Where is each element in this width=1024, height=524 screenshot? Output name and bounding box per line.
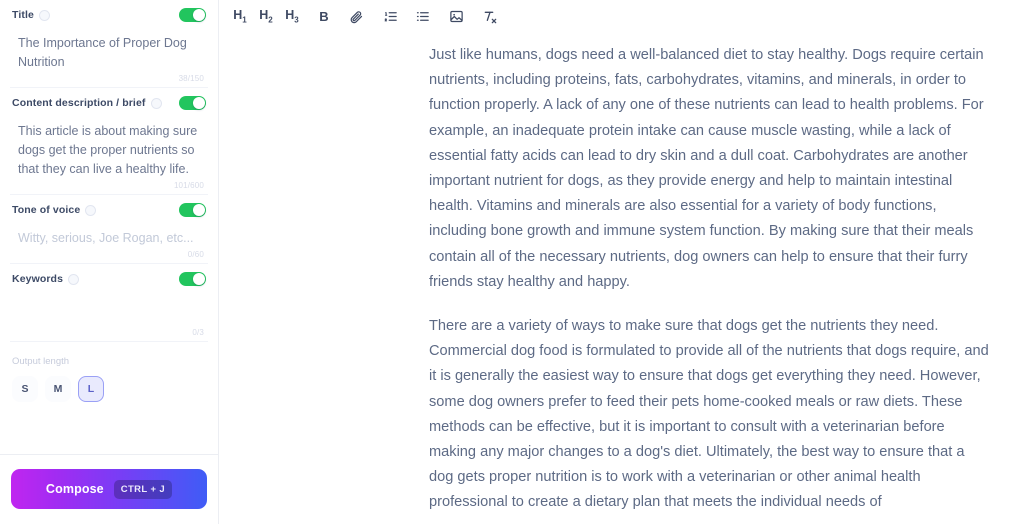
field-tone-of-voice-toggle[interactable] <box>179 203 206 217</box>
field-tone-of-voice-counter: 0/60 <box>187 250 204 259</box>
field-title-label: Title <box>12 9 34 21</box>
output-length-l[interactable]: L <box>78 376 104 402</box>
info-icon[interactable] <box>68 273 80 285</box>
app-root: Title The Importance of Proper Dog Nutri… <box>0 0 1024 524</box>
bold-button[interactable]: B <box>311 4 337 30</box>
info-icon[interactable] <box>38 9 50 21</box>
field-tone-of-voice-header: Tone of voice <box>10 195 208 225</box>
output-length-label: Output length <box>12 356 70 367</box>
image-button[interactable] <box>443 4 469 30</box>
field-keywords: Keywords 0/3 <box>0 264 218 341</box>
settings-sidebar: Title The Importance of Proper Dog Nutri… <box>0 0 219 524</box>
paragraph: There are a variety of ways to make sure… <box>429 318 989 511</box>
unordered-list-button[interactable] <box>409 4 435 30</box>
output-length-m[interactable]: M <box>45 376 71 402</box>
h3-level: 3 <box>294 15 299 25</box>
ordered-list-button[interactable] <box>377 4 403 30</box>
output-length-section: Output length S M L <box>0 342 218 412</box>
h1-level: 1 <box>242 15 247 25</box>
compose-section: Compose CTRL + J <box>0 455 218 524</box>
field-content-description-label: Content description / brief <box>12 97 146 109</box>
info-icon[interactable] <box>150 97 162 109</box>
editor-pane: H1 H2 H3 B Just like humans, dogs need a… <box>219 0 1024 524</box>
h1-letter: H <box>233 7 243 22</box>
bold-letter: B <box>319 9 329 24</box>
field-tone-of-voice-input[interactable]: Witty, serious, Joe Rogan, etc... <box>10 225 208 250</box>
field-content-description-counter: 101/600 <box>173 181 204 190</box>
field-content-description-input[interactable]: This article is about making sure dogs g… <box>10 118 208 181</box>
heading-3-button[interactable]: H3 <box>279 4 305 30</box>
h2-letter: H <box>259 7 269 22</box>
info-icon[interactable] <box>85 204 97 216</box>
field-keywords-counter: 0/3 <box>192 328 204 337</box>
field-content-description: Content description / brief This article… <box>0 88 218 194</box>
field-keywords-header: Keywords <box>10 264 208 294</box>
link-icon[interactable] <box>343 4 369 30</box>
compose-shortcut-badge: CTRL + J <box>113 479 173 499</box>
field-content-description-toggle[interactable] <box>179 96 206 110</box>
field-content-description-header: Content description / brief <box>10 88 208 118</box>
compose-button-label: Compose <box>45 482 104 496</box>
sidebar-fields: Title The Importance of Proper Dog Nutri… <box>0 0 218 433</box>
field-tone-of-voice-label: Tone of voice <box>12 204 81 216</box>
output-length-s[interactable]: S <box>12 376 38 402</box>
field-tone-of-voice: Tone of voice Witty, serious, Joe Rogan,… <box>0 195 218 263</box>
compose-button[interactable]: Compose CTRL + J <box>11 469 207 509</box>
document-body[interactable]: Just like humans, dogs need a well-balan… <box>219 33 1024 524</box>
toggle-knob <box>193 9 205 21</box>
heading-2-button[interactable]: H2 <box>253 4 279 30</box>
toggle-knob <box>193 97 205 109</box>
field-title-input[interactable]: The Importance of Proper Dog Nutrition <box>10 30 208 74</box>
field-keywords-toggle[interactable] <box>179 272 206 286</box>
field-title-counter: 38/150 <box>178 74 204 83</box>
output-length-options: S M L <box>12 376 206 402</box>
h3-letter: H <box>285 7 295 22</box>
toggle-knob <box>193 273 205 285</box>
toggle-knob <box>193 204 205 216</box>
clear-formatting-button[interactable] <box>477 4 503 30</box>
field-keywords-label: Keywords <box>12 273 64 285</box>
h2-level: 2 <box>268 15 273 25</box>
paragraph: Just like humans, dogs need a well-balan… <box>429 47 984 290</box>
field-title-header: Title <box>10 0 208 30</box>
field-title: Title The Importance of Proper Dog Nutri… <box>0 0 218 87</box>
field-keywords-input[interactable] <box>10 294 208 328</box>
editor-toolbar: H1 H2 H3 B <box>219 0 1024 33</box>
heading-1-button[interactable]: H1 <box>227 4 253 30</box>
field-title-toggle[interactable] <box>179 8 206 22</box>
